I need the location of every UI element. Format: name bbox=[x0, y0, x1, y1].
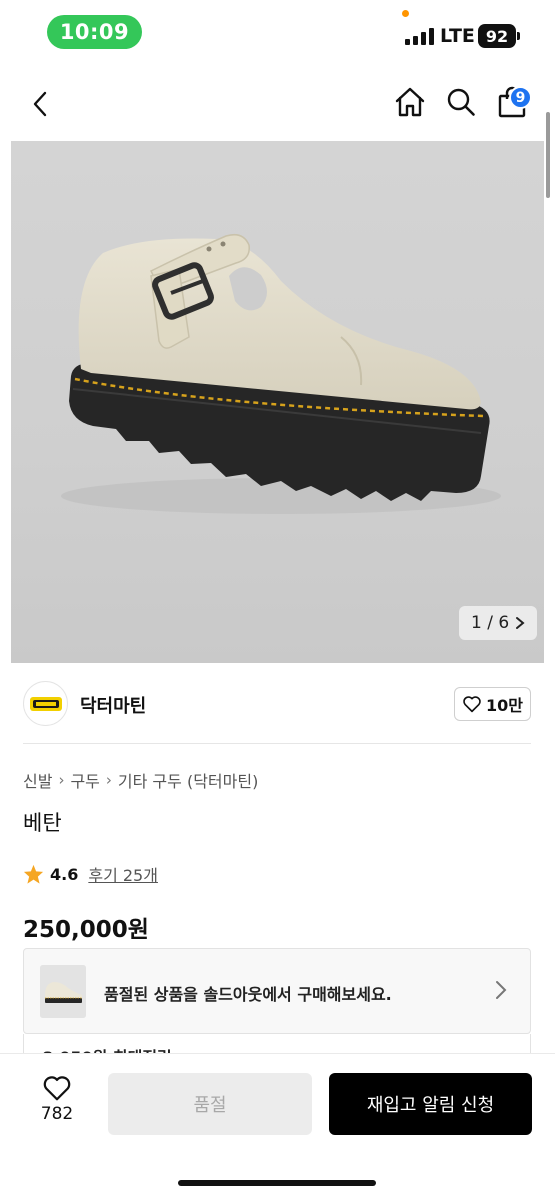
status-time: 10:09 bbox=[47, 15, 142, 49]
image-counter-text: 1 / 6 bbox=[471, 613, 510, 633]
rating-score: 4.6 bbox=[50, 864, 79, 884]
signal-icon bbox=[405, 27, 434, 45]
product-shoe-image bbox=[61, 233, 501, 514]
brand-like-button[interactable]: 10만 bbox=[454, 687, 531, 721]
brand-row[interactable]: 닥터마틴 10만 bbox=[23, 681, 531, 727]
shoe-thumbnail-image bbox=[40, 965, 86, 1018]
brand-name[interactable]: 닥터마틴 bbox=[80, 692, 146, 718]
privacy-indicator bbox=[402, 10, 409, 17]
breadcrumb-item[interactable]: 기타 구두 (닥터마틴) bbox=[118, 768, 258, 792]
top-nav bbox=[0, 70, 555, 136]
home-button[interactable] bbox=[390, 82, 430, 122]
breadcrumb-item[interactable]: 구두 bbox=[70, 768, 99, 792]
heart-outline-icon bbox=[43, 1076, 71, 1101]
soldout-banner[interactable]: 품절된 상품을 솔드아웃에서 구매해보세요. bbox=[23, 948, 531, 1034]
star-icon bbox=[23, 864, 44, 884]
cart-count-badge: 9 bbox=[509, 86, 532, 109]
soldout-thumbnail bbox=[40, 965, 86, 1018]
chevron-right-icon: › bbox=[58, 771, 65, 789]
soldout-button[interactable]: 품절 bbox=[108, 1073, 312, 1135]
product-title: 베탄 bbox=[23, 811, 62, 835]
rating-row: 4.6 후기 25개 bbox=[23, 862, 158, 886]
home-icon bbox=[395, 87, 425, 117]
back-button[interactable] bbox=[22, 84, 58, 124]
network-type: LTE bbox=[440, 25, 475, 47]
restock-alert-button[interactable]: 재입고 알림 신청 bbox=[329, 1073, 532, 1135]
heart-outline-icon bbox=[463, 696, 481, 713]
wishlist-button[interactable]: 782 bbox=[28, 1074, 86, 1134]
product-image-gallery[interactable] bbox=[11, 141, 544, 663]
breadcrumb: 신발 › 구두 › 기타 구두 (닥터마틴) bbox=[23, 768, 258, 792]
product-price: 250,000원 bbox=[23, 917, 149, 943]
soldout-banner-text: 품절된 상품을 솔드아웃에서 구매해보세요. bbox=[104, 985, 392, 1004]
brand-like-count: 10만 bbox=[486, 696, 523, 715]
battery-indicator: 92 bbox=[478, 24, 516, 48]
bottom-action-bar: 782 품절 재입고 알림 신청 bbox=[0, 1053, 555, 1200]
brand-logo-image bbox=[29, 696, 62, 711]
search-icon bbox=[447, 88, 475, 116]
scrollbar[interactable] bbox=[546, 112, 550, 198]
home-indicator[interactable] bbox=[178, 1180, 376, 1186]
divider bbox=[23, 743, 531, 744]
chevron-right-icon bbox=[496, 981, 507, 999]
status-bar: 10:09 LTE 92 bbox=[0, 0, 555, 66]
image-counter-button[interactable]: 1 / 6 bbox=[459, 606, 538, 640]
battery-tip bbox=[517, 32, 520, 40]
brand-logo[interactable] bbox=[23, 681, 68, 726]
wishlist-count: 782 bbox=[40, 1104, 74, 1124]
chevron-right-icon bbox=[516, 617, 525, 629]
back-icon bbox=[33, 91, 47, 117]
breadcrumb-item[interactable]: 신발 bbox=[23, 768, 52, 792]
reviews-link[interactable]: 후기 25개 bbox=[88, 862, 158, 886]
search-button[interactable] bbox=[441, 82, 481, 122]
chevron-right-icon: › bbox=[105, 771, 112, 789]
